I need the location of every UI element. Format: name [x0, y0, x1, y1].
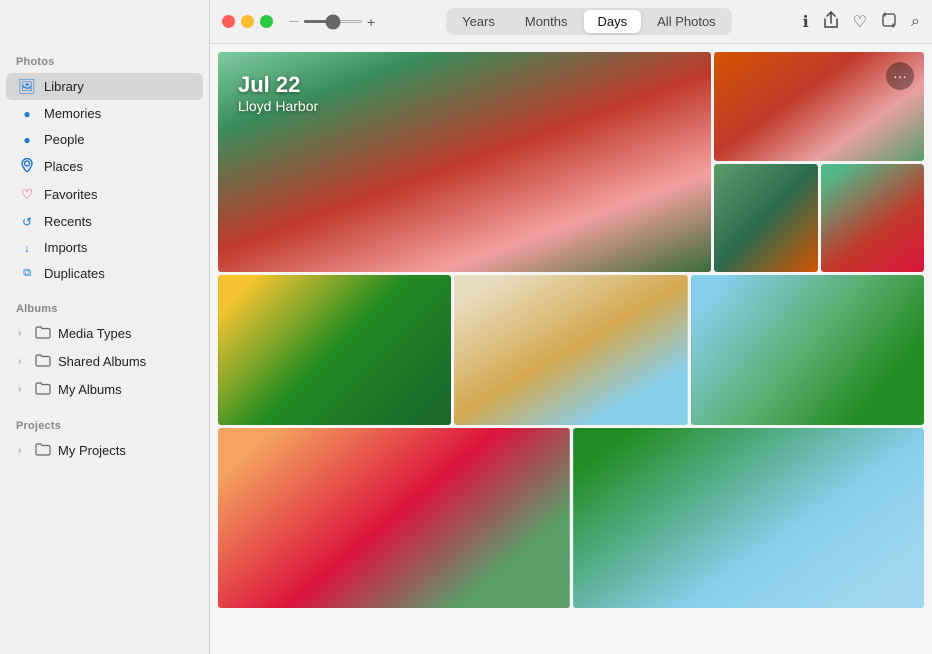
sidebar-item-people[interactable]: ● People [6, 127, 203, 152]
favorites-icon: ♡ [18, 186, 36, 203]
sidebar-item-shared-albums[interactable]: › Shared Albums [6, 348, 203, 375]
sidebar-label-memories: Memories [44, 106, 101, 121]
recents-icon: ↺ [18, 215, 36, 229]
fullscreen-button[interactable] [260, 15, 273, 28]
titlebar: — + Years Months Days All Photos ℹ ♡ [210, 0, 932, 44]
window-controls [222, 15, 273, 28]
places-icon [18, 158, 36, 175]
main-content: — + Years Months Days All Photos ℹ ♡ [210, 0, 932, 654]
sidebar: Photos 🖼 Library ● Memories ● People Pla… [0, 0, 210, 654]
sidebar-item-places[interactable]: Places [6, 153, 203, 180]
toolbar-actions: ℹ ♡ ⌕ [803, 11, 920, 33]
search-icon[interactable]: ⌕ [911, 13, 920, 31]
minimize-button[interactable] [241, 15, 254, 28]
section-label-albums: Albums [0, 295, 209, 319]
chevron-icon-2: › [18, 356, 28, 367]
sidebar-section-albums: Albums › Media Types › Shared Albums › M… [0, 295, 209, 404]
sidebar-section-photos: Photos 🖼 Library ● Memories ● People Pla… [0, 48, 209, 287]
sidebar-item-recents[interactable]: ↺ Recents [6, 209, 203, 234]
sidebar-label-favorites: Favorites [44, 187, 97, 202]
chevron-icon-4: › [18, 445, 28, 456]
zoom-plus-button[interactable]: + [367, 14, 375, 30]
tab-days[interactable]: Days [584, 10, 642, 33]
main-photo[interactable]: Jul 22 Lloyd Harbor [218, 52, 711, 272]
zoom-line-left: — [289, 16, 299, 27]
photo-cell-9[interactable] [573, 428, 925, 608]
tab-all-photos[interactable]: All Photos [643, 10, 730, 33]
sidebar-label-library: Library [44, 79, 84, 94]
tab-months[interactable]: Months [511, 10, 582, 33]
second-row [218, 275, 924, 425]
tab-years[interactable]: Years [448, 10, 509, 33]
chevron-icon-3: › [18, 384, 28, 395]
section-label-projects: Projects [0, 412, 209, 436]
sidebar-label-my-albums: My Albums [58, 382, 122, 397]
imports-icon: ↓ [18, 241, 36, 255]
sidebar-label-duplicates: Duplicates [44, 266, 105, 281]
photo-area[interactable]: Jul 22 Lloyd Harbor ··· [210, 44, 932, 654]
info-icon[interactable]: ℹ [803, 12, 809, 32]
view-tabs: Years Months Days All Photos [446, 8, 732, 35]
more-options-button[interactable]: ··· [886, 62, 914, 90]
photo-cell-5[interactable] [218, 275, 451, 425]
zoom-slider-input[interactable] [303, 20, 363, 23]
top-mosaic: Jul 22 Lloyd Harbor ··· [218, 52, 924, 272]
sidebar-item-imports[interactable]: ↓ Imports [6, 235, 203, 260]
sidebar-label-people: People [44, 132, 84, 147]
chevron-icon: › [18, 328, 28, 339]
sidebar-label-places: Places [44, 159, 83, 174]
duplicates-icon: ⧉ [18, 267, 36, 280]
heart-icon[interactable]: ♡ [853, 12, 867, 32]
zoom-control: — + [289, 14, 375, 30]
sidebar-label-recents: Recents [44, 214, 92, 229]
memories-icon: ● [18, 107, 36, 121]
sidebar-label-imports: Imports [44, 240, 87, 255]
third-row [218, 428, 924, 608]
photo-cell-3-4 [714, 164, 924, 273]
sidebar-item-library[interactable]: 🖼 Library [6, 73, 203, 100]
projects-folder-icon [34, 442, 52, 459]
section-label-photos: Photos [0, 48, 209, 72]
sidebar-item-duplicates[interactable]: ⧉ Duplicates [6, 261, 203, 286]
day-section: Jul 22 Lloyd Harbor ··· [218, 52, 924, 608]
photo-cell-8[interactable] [218, 428, 570, 608]
photo-cell-4[interactable] [821, 164, 925, 273]
photo-cell-6[interactable] [454, 275, 687, 425]
photo-cell-3[interactable] [714, 164, 818, 273]
photo-cell-7[interactable] [691, 275, 924, 425]
my-albums-folder-icon [34, 381, 52, 398]
share-icon[interactable] [823, 11, 839, 33]
sidebar-label-shared-albums: Shared Albums [58, 354, 146, 369]
shared-folder-icon [34, 353, 52, 370]
library-icon: 🖼 [18, 78, 36, 95]
sidebar-item-media-types[interactable]: › Media Types [6, 320, 203, 347]
sidebar-item-my-projects[interactable]: › My Projects [6, 437, 203, 464]
sidebar-section-projects: Projects › My Projects [0, 412, 209, 465]
people-icon: ● [18, 133, 36, 147]
sidebar-item-memories[interactable]: ● Memories [6, 101, 203, 126]
sidebar-label-my-projects: My Projects [58, 443, 126, 458]
right-column: ··· [714, 52, 924, 272]
sidebar-label-media-types: Media Types [58, 326, 131, 341]
sidebar-item-favorites[interactable]: ♡ Favorites [6, 181, 203, 208]
folder-icon [34, 325, 52, 342]
crop-icon[interactable] [881, 12, 897, 31]
close-button[interactable] [222, 15, 235, 28]
sidebar-item-my-albums[interactable]: › My Albums [6, 376, 203, 403]
